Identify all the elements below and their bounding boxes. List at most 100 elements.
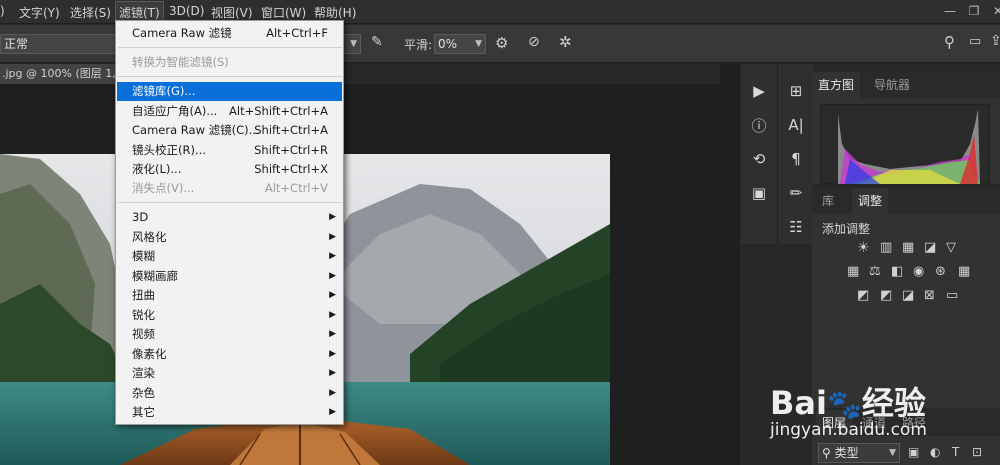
tab-histogram[interactable]: 直方图 bbox=[812, 72, 861, 98]
chevron-down-icon: ▼ bbox=[889, 448, 896, 458]
document-tab[interactable]: .jpg @ 100% (图层 1, R bbox=[0, 64, 120, 84]
submenu-sharpen[interactable]: 锐化 ▶ bbox=[117, 306, 342, 325]
threshold-icon[interactable]: ◪ bbox=[902, 288, 914, 303]
submenu-noise[interactable]: 杂色 ▶ bbox=[117, 384, 342, 403]
tab-navigator[interactable]: 导航器 bbox=[868, 72, 916, 98]
character-icon[interactable]: A| bbox=[778, 108, 814, 142]
menu-item-vanishing-point: 消失点(V)... Alt+Ctrl+V bbox=[132, 181, 328, 195]
submenu-video[interactable]: 视频 ▶ bbox=[117, 325, 342, 344]
chevron-right-icon: ▶ bbox=[329, 290, 336, 300]
watermark-logo: Bai🐾经验 bbox=[770, 378, 926, 424]
curves-icon[interactable]: ▦ bbox=[902, 240, 914, 255]
menu-window[interactable]: 窗口(W) bbox=[261, 4, 306, 21]
watermark-url: jingyan.baidu.com bbox=[770, 420, 927, 440]
blend-mode-value: 正常 bbox=[4, 37, 29, 51]
menu-select[interactable]: 选择(S) bbox=[70, 4, 111, 21]
chevron-right-icon: ▶ bbox=[329, 251, 336, 261]
info-icon[interactable]: ⓘ bbox=[741, 108, 777, 142]
submenu-blur[interactable]: 模糊 ▶ bbox=[117, 247, 342, 266]
workspace-icon[interactable]: ▭ bbox=[969, 34, 981, 49]
menu-item-filter-gallery[interactable]: 滤镜库(G)... bbox=[117, 82, 342, 101]
tab-adjustments[interactable]: 调整 bbox=[852, 188, 889, 214]
submenu-other[interactable]: 其它 ▶ bbox=[117, 403, 342, 422]
submenu-render[interactable]: 渲染 ▶ bbox=[117, 364, 342, 383]
menu-type[interactable]: 文字(Y) bbox=[19, 4, 60, 21]
brush-icon[interactable]: ✏ bbox=[778, 176, 814, 210]
menu-divider bbox=[118, 76, 342, 77]
menu-item-liquify[interactable]: 液化(L)... Shift+Ctrl+X bbox=[117, 160, 342, 179]
brush-settings-icon[interactable]: ☷ bbox=[778, 210, 814, 244]
chevron-right-icon: ▶ bbox=[329, 388, 336, 398]
menu-view[interactable]: 视图(V) bbox=[211, 4, 253, 21]
menu-filter[interactable]: 滤镜(T) bbox=[115, 1, 164, 22]
3d-icon[interactable]: ▣ bbox=[741, 176, 777, 210]
adjust-title: 添加调整 bbox=[822, 222, 871, 236]
balance-icon[interactable]: ⚖ bbox=[869, 264, 881, 279]
panel-dock-1: ▶ ⓘ ⟲ ▣ bbox=[741, 64, 777, 244]
panel-gutter bbox=[720, 64, 740, 465]
watermark-brand-cn: 经验 bbox=[861, 384, 926, 422]
menu-item-camera-raw-last[interactable]: Camera Raw 滤镜 Alt+Ctrl+F bbox=[117, 24, 342, 43]
adjustments-panel: 库 调整 添加调整 ☀ ▥ ▦ ◪ ▽ ▦ ⚖ ◧ ◉ ⊛ ▦ ◩ ◩ ◪ ⊠ … bbox=[812, 188, 1000, 408]
levels-icon[interactable]: ▥ bbox=[880, 240, 892, 255]
paragraph-icon[interactable]: ¶ bbox=[778, 142, 814, 176]
chevron-right-icon: ▶ bbox=[329, 368, 336, 378]
vibrance-icon[interactable]: ▽ bbox=[946, 240, 956, 255]
menu-item-adaptive-wide[interactable]: 自适应广角(A)... Alt+Shift+Ctrl+A bbox=[117, 102, 342, 121]
tab-libraries[interactable]: 库 bbox=[816, 188, 840, 214]
text-filter-icon[interactable]: T bbox=[952, 445, 959, 459]
bw-icon[interactable]: ◧ bbox=[891, 264, 903, 279]
opacity-dropdown[interactable]: ▼ bbox=[343, 34, 361, 54]
symmetry-icon[interactable]: ✲ bbox=[559, 33, 572, 51]
chevron-right-icon: ▶ bbox=[329, 271, 336, 281]
shape-filter-icon[interactable]: ⊡ bbox=[972, 445, 982, 459]
invert-icon[interactable]: ◩ bbox=[857, 288, 869, 303]
close-button[interactable]: ✕ bbox=[986, 0, 1000, 24]
layers-filter-value: 类型 bbox=[834, 446, 859, 460]
adjust-filter-icon[interactable]: ◐ bbox=[930, 445, 940, 459]
airbrush-icon[interactable]: ⊘ bbox=[528, 34, 540, 50]
pressure-icon[interactable]: ✎ bbox=[371, 34, 383, 50]
channel-mixer-icon[interactable]: ⊛ bbox=[935, 264, 946, 279]
submenu-blur-gallery[interactable]: 模糊画廊 ▶ bbox=[117, 267, 342, 286]
menu-help[interactable]: 帮助(H) bbox=[314, 4, 356, 21]
selective-color-icon[interactable]: ⊠ bbox=[924, 288, 935, 303]
search-icon[interactable]: ⚲ bbox=[944, 33, 955, 51]
submenu-distort[interactable]: 扭曲 ▶ bbox=[117, 286, 342, 305]
share-icon[interactable]: ⇪ bbox=[990, 33, 1000, 49]
menu-item-lens-correction[interactable]: 镜头校正(R)... Shift+Ctrl+R bbox=[117, 141, 342, 160]
stamp-icon[interactable]: ⊞ bbox=[778, 74, 814, 108]
menu-divider bbox=[118, 47, 342, 48]
chevron-down-icon: ▼ bbox=[350, 39, 357, 49]
chevron-right-icon: ▶ bbox=[329, 329, 336, 339]
chevron-right-icon: ▶ bbox=[329, 349, 336, 359]
submenu-stylize[interactable]: 风格化 ▶ bbox=[117, 228, 342, 247]
restore-button[interactable]: ❐ bbox=[962, 0, 986, 24]
submenu-3d[interactable]: 3D ▶ bbox=[117, 208, 342, 227]
search-icon: ⚲ bbox=[822, 446, 831, 460]
history-icon[interactable]: ⟲ bbox=[741, 142, 777, 176]
menu-3d[interactable]: 3D(D) bbox=[169, 4, 204, 18]
minimize-button[interactable]: — bbox=[938, 0, 962, 24]
menu-partial[interactable]: ) bbox=[0, 4, 5, 18]
lookup-icon[interactable]: ▦ bbox=[958, 264, 970, 279]
smooth-dropdown[interactable]: 0% ▼ bbox=[434, 34, 486, 54]
hue-icon[interactable]: ▦ bbox=[847, 264, 859, 279]
photo-filter-icon[interactable]: ◉ bbox=[913, 264, 924, 279]
posterize-icon[interactable]: ◩ bbox=[880, 288, 892, 303]
pixel-filter-icon[interactable]: ▣ bbox=[908, 445, 919, 459]
menu-item-convert-smart: 转换为智能滤镜(S) bbox=[132, 55, 229, 69]
layers-filter-dropdown[interactable]: ⚲ 类型 ▼ bbox=[818, 443, 900, 463]
submenu-pixelate[interactable]: 像素化 ▶ bbox=[117, 345, 342, 364]
blend-mode-dropdown[interactable]: 正常 bbox=[0, 34, 116, 54]
brightness-icon[interactable]: ☀ bbox=[857, 240, 870, 256]
gradient-map-icon[interactable]: ▭ bbox=[946, 288, 958, 303]
chevron-right-icon: ▶ bbox=[329, 232, 336, 242]
play-icon[interactable]: ▶ bbox=[741, 74, 777, 108]
watermark-brand: Bai bbox=[770, 384, 827, 422]
menu-item-camera-raw[interactable]: Camera Raw 滤镜(C)... Shift+Ctrl+A bbox=[117, 121, 342, 140]
chevron-right-icon: ▶ bbox=[329, 407, 336, 417]
exposure-icon[interactable]: ◪ bbox=[924, 240, 936, 255]
gear-icon[interactable]: ⚙ bbox=[495, 34, 508, 52]
smooth-label: 平滑: bbox=[404, 38, 433, 52]
